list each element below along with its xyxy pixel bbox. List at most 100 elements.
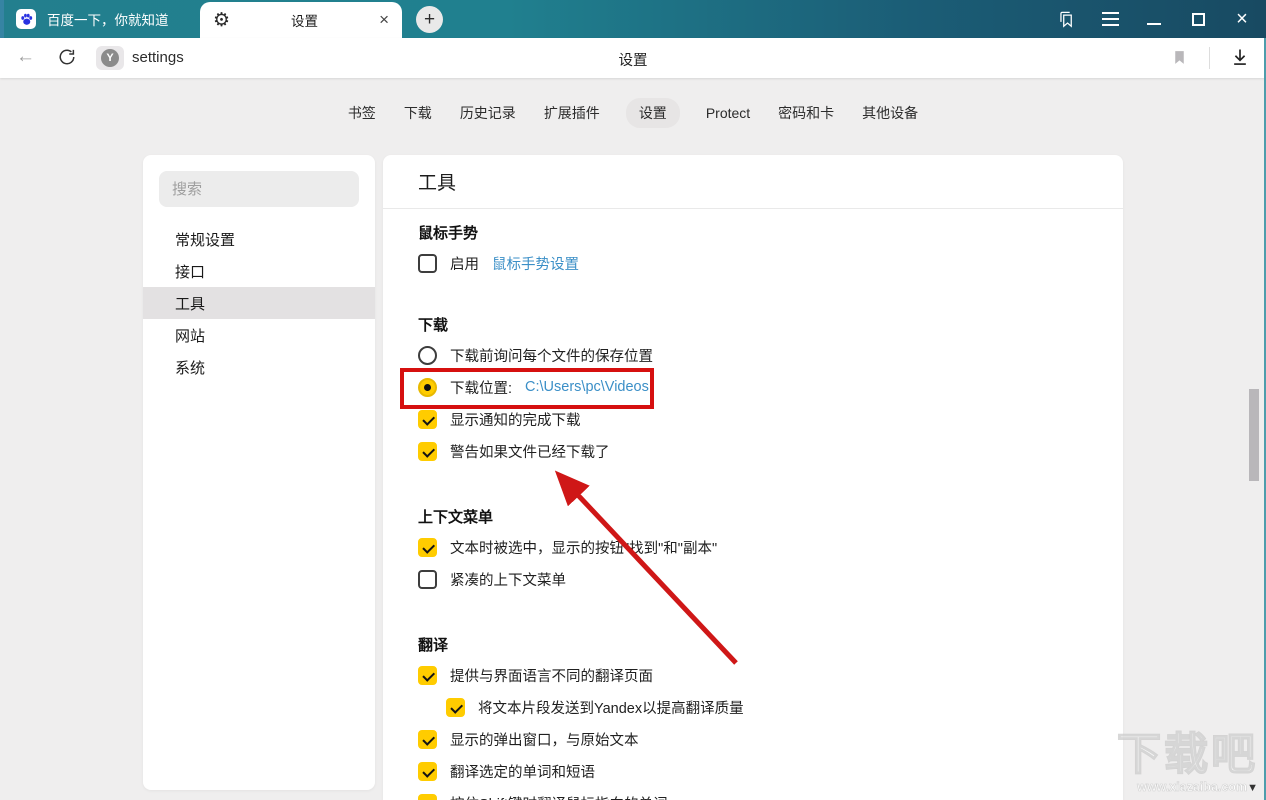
setting-label: 翻译选定的单词和短语 bbox=[450, 764, 595, 781]
settings-nav: 书签 下载 历史记录 扩展插件 设置 Protect 密码和卡 其他设备 bbox=[0, 98, 1266, 128]
setting-row-popup-original: 显示的弹出窗口，与原始文本 bbox=[418, 723, 1088, 755]
checkbox-popup-original[interactable] bbox=[418, 729, 437, 749]
gesture-settings-link[interactable]: 鼠标手势设置 bbox=[492, 253, 579, 274]
yandex-y-icon: Y bbox=[101, 49, 119, 67]
section-heading-context-menu: 上下文菜单 bbox=[418, 508, 494, 526]
address-toolbar: ← Y settings 设置 bbox=[0, 38, 1266, 78]
setting-row-warn-downloaded: 警告如果文件已经下载了 bbox=[418, 435, 1088, 467]
scrollbar-thumb[interactable] bbox=[1249, 389, 1259, 481]
tab-title: 设置 bbox=[291, 14, 319, 29]
section-heading-translation: 翻译 bbox=[418, 636, 449, 654]
setting-row-translate-selected: 翻译选定的单词和短语 bbox=[418, 755, 1088, 787]
setting-label: 显示的弹出窗口，与原始文本 bbox=[450, 732, 639, 749]
checkbox-text-selected-buttons[interactable] bbox=[418, 537, 437, 557]
search-input[interactable] bbox=[159, 171, 359, 207]
nav-extensions[interactable]: 扩展插件 bbox=[542, 98, 602, 128]
nav-bookmarks[interactable]: 书签 bbox=[346, 98, 378, 128]
bookmark-button[interactable] bbox=[1171, 48, 1188, 72]
sidebar-item-system[interactable]: 系统 bbox=[143, 351, 375, 383]
section-heading-mouse-gestures: 鼠标手势 bbox=[418, 224, 479, 242]
menu-button[interactable] bbox=[1088, 0, 1132, 38]
setting-label: 紧凑的上下文菜单 bbox=[450, 572, 566, 589]
close-window-button[interactable]: × bbox=[1220, 0, 1264, 38]
tab-title: 百度一下，你就知道 bbox=[47, 13, 169, 28]
checkbox-translate-selected[interactable] bbox=[418, 761, 437, 781]
settings-main-panel: 工具 鼠标手势 启用 鼠标手势设置 下载 下载前询问每个文件的保存位置 下载位置… bbox=[383, 155, 1123, 800]
site-badge[interactable]: Y bbox=[96, 46, 124, 70]
watermark-title: 下载吧 bbox=[1116, 730, 1258, 779]
sidebar-item-interface[interactable]: 接口 bbox=[143, 255, 375, 287]
setting-row-text-selected-buttons: 文本时被选中，显示的按钮"找到"和"副本" bbox=[418, 531, 1088, 563]
nav-protect[interactable]: Protect bbox=[704, 100, 752, 126]
close-tab-icon[interactable]: × bbox=[379, 10, 389, 30]
settings-content: 鼠标手势 启用 鼠标手势设置 下载 下载前询问每个文件的保存位置 下载位置: C… bbox=[383, 209, 1123, 800]
side-panels-button[interactable] bbox=[1044, 0, 1088, 38]
address-url[interactable]: settings bbox=[132, 49, 184, 66]
reload-icon bbox=[59, 49, 75, 65]
setting-row-translate-hover: 按住Shift键时翻译鼠标指向的单词 bbox=[418, 787, 1088, 800]
watermark: 下载吧 www.xiazaiba.com▼ bbox=[1116, 730, 1258, 795]
setting-label: 按住Shift键时翻译鼠标指向的单词 bbox=[450, 793, 668, 800]
minimize-icon bbox=[1147, 23, 1161, 25]
back-button[interactable]: ← bbox=[16, 46, 35, 68]
window-edge-accent bbox=[0, 0, 4, 38]
radio-download-location[interactable] bbox=[418, 377, 437, 397]
checkbox-warn-downloaded[interactable] bbox=[418, 441, 437, 461]
browser-tab-baidu[interactable]: 百度一下，你就知道 bbox=[6, 0, 198, 38]
setting-row-download-location: 下载位置: C:\Users\pc\Videos bbox=[418, 371, 1088, 403]
reload-button[interactable] bbox=[58, 48, 76, 71]
download-path-link[interactable]: C:\Users\pc\Videos bbox=[525, 379, 649, 395]
sidebar-item-websites[interactable]: 网站 bbox=[143, 319, 375, 351]
checkbox-offer-translate[interactable] bbox=[418, 665, 437, 685]
setting-row-enable-gestures: 启用 鼠标手势设置 bbox=[418, 247, 1088, 279]
tab-bar: 百度一下，你就知道 ⚙ 设置 × + × bbox=[0, 0, 1266, 38]
setting-label: 将文本片段发送到Yandex以提高翻译质量 bbox=[478, 700, 744, 717]
section-heading-downloads: 下载 bbox=[418, 316, 449, 334]
nav-settings[interactable]: 设置 bbox=[625, 98, 680, 128]
maximize-button[interactable] bbox=[1176, 0, 1220, 38]
new-tab-button[interactable]: + bbox=[416, 6, 443, 33]
checkbox-compact-menu[interactable] bbox=[418, 569, 437, 589]
panels-icon bbox=[1059, 11, 1072, 28]
nav-downloads[interactable]: 下载 bbox=[402, 98, 434, 128]
setting-label: 下载前询问每个文件的保存位置 bbox=[450, 348, 653, 365]
gear-icon: ⚙ bbox=[213, 9, 231, 31]
minimize-button[interactable] bbox=[1132, 0, 1176, 38]
download-icon bbox=[1234, 49, 1246, 65]
sidebar-item-tools[interactable]: 工具 bbox=[143, 287, 375, 319]
checkbox-translate-hover[interactable] bbox=[418, 793, 437, 800]
checkbox-send-fragments[interactable] bbox=[446, 697, 465, 717]
bookmark-flag-icon bbox=[1175, 51, 1184, 64]
hamburger-icon bbox=[1101, 12, 1119, 26]
setting-label: 警告如果文件已经下载了 bbox=[450, 444, 610, 461]
sidebar-list: 常规设置 接口 工具 网站 系统 bbox=[143, 223, 375, 383]
nav-other-devices[interactable]: 其他设备 bbox=[860, 98, 920, 128]
nav-history[interactable]: 历史记录 bbox=[458, 98, 518, 128]
checkbox-notify-complete[interactable] bbox=[418, 409, 437, 429]
watermark-url: www.xiazaiba.com▼ bbox=[1117, 780, 1258, 795]
browser-tab-settings[interactable]: ⚙ 设置 × bbox=[200, 2, 402, 38]
setting-label: 提供与界面语言不同的翻译页面 bbox=[450, 668, 653, 685]
sidebar-search bbox=[159, 171, 359, 207]
radio-ask-location[interactable] bbox=[418, 345, 437, 365]
setting-row-send-fragments: 将文本片段发送到Yandex以提高翻译质量 bbox=[418, 691, 1088, 723]
setting-row-notify-complete: 显示通知的完成下载 bbox=[418, 403, 1088, 435]
setting-label: 文本时被选中，显示的按钮"找到"和"副本" bbox=[450, 540, 718, 557]
checkbox-enable-gestures[interactable] bbox=[418, 253, 437, 273]
downloads-button[interactable] bbox=[1230, 46, 1250, 73]
page-title-center: 设置 bbox=[618, 53, 648, 69]
settings-sidebar: 常规设置 接口 工具 网站 系统 bbox=[143, 155, 375, 790]
window-controls: × bbox=[1044, 0, 1264, 38]
watermark-triangle-icon: ▼ bbox=[1247, 782, 1258, 794]
maximize-icon bbox=[1191, 12, 1205, 26]
nav-passwords[interactable]: 密码和卡 bbox=[776, 98, 836, 128]
watermark-url-text: www.xiazaiba.com bbox=[1137, 780, 1248, 795]
page-title: 工具 bbox=[383, 155, 1123, 209]
setting-label: 启用 bbox=[450, 256, 479, 273]
sidebar-item-general[interactable]: 常规设置 bbox=[143, 223, 375, 255]
setting-row-offer-translate: 提供与界面语言不同的翻译页面 bbox=[418, 659, 1088, 691]
toolbar-divider bbox=[1209, 47, 1210, 69]
setting-row-ask-location: 下载前询问每个文件的保存位置 bbox=[418, 339, 1088, 371]
setting-label: 显示通知的完成下载 bbox=[450, 412, 581, 429]
baidu-favicon-icon bbox=[16, 9, 36, 29]
